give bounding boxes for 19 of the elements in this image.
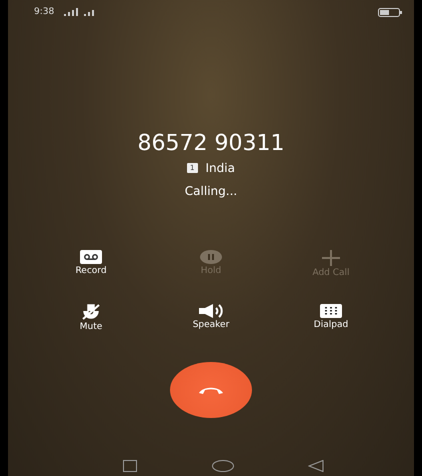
- hang-up-icon: [198, 385, 224, 395]
- call-location: India: [206, 161, 235, 175]
- call-status: Calling...: [184, 184, 238, 198]
- speaker-button[interactable]: Speaker: [190, 302, 232, 334]
- square-icon[interactable]: [123, 460, 137, 472]
- mute-button[interactable]: Mute: [78, 302, 104, 334]
- battery-icon: [378, 8, 402, 16]
- tape-icon: [80, 250, 102, 264]
- dialpad-button[interactable]: Dialpad: [312, 302, 350, 334]
- back-icon[interactable]: [308, 460, 324, 472]
- dialpad-icon: [320, 304, 342, 318]
- phone-number: 86572 90311: [138, 131, 284, 156]
- home-icon[interactable]: [212, 460, 234, 472]
- pause-icon: [200, 250, 222, 264]
- record-button[interactable]: Record: [73, 248, 109, 280]
- clock-time: 9:38: [34, 7, 54, 17]
- plus-icon: [322, 250, 340, 266]
- speaker-icon: [198, 304, 223, 318]
- muted-microphone-icon: [82, 304, 100, 320]
